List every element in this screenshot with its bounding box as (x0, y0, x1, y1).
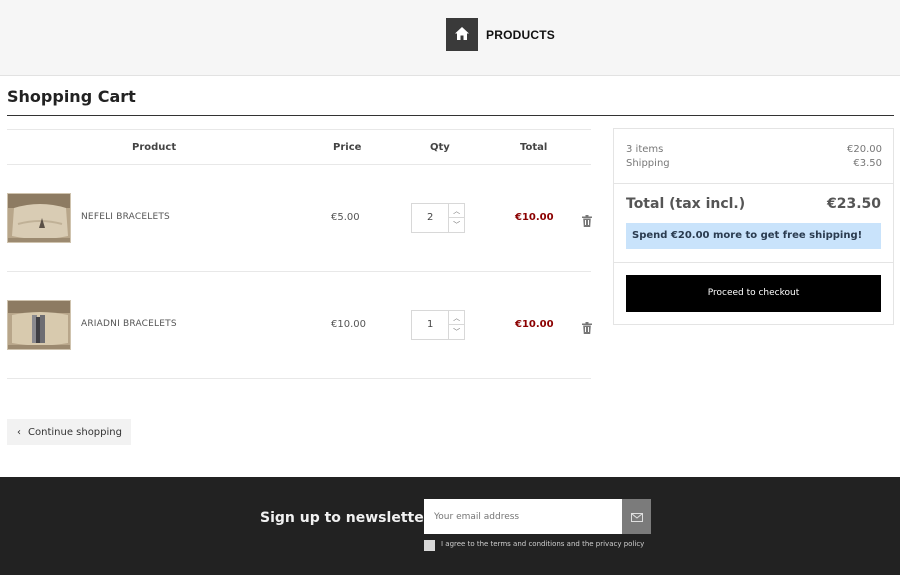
agree-checkbox[interactable] (424, 540, 435, 551)
top-header: PRODUCTS (0, 0, 900, 76)
cart-table: Product Price Qty Total NEFELI BRACELETS… (7, 129, 592, 379)
cart-row: NEFELI BRACELETS €5.00 2 ︿ ﹀ €10.00 (7, 165, 592, 272)
quantity-stepper[interactable]: 2 ︿ ﹀ (411, 203, 465, 233)
chevron-up-icon[interactable]: ︿ (449, 311, 464, 325)
nav-products-link[interactable]: PRODUCTS (486, 28, 555, 42)
summary-divider (614, 262, 893, 263)
column-header-price: Price (333, 142, 362, 153)
quantity-input[interactable]: 2 (412, 204, 450, 232)
trash-icon[interactable] (582, 319, 592, 334)
product-thumbnail[interactable] (7, 300, 71, 350)
agree-label: I agree to the terms and conditions and … (441, 540, 645, 548)
home-icon (455, 25, 469, 44)
newsletter-submit-button[interactable] (622, 499, 651, 534)
summary-total-label: Total (tax incl.) (626, 196, 746, 212)
continue-shopping-button[interactable]: ‹ Continue shopping (7, 419, 131, 445)
summary-items-value: €20.00 (847, 144, 882, 155)
newsletter-title: Sign up to newsletter (260, 510, 431, 526)
home-button[interactable] (446, 18, 478, 51)
row-total: €10.00 (515, 319, 554, 330)
product-name[interactable]: NEFELI BRACELETS (81, 212, 170, 222)
summary-total-value: €23.50 (826, 196, 881, 212)
product-price: €10.00 (331, 319, 366, 330)
summary-items-label: 3 items (626, 144, 664, 155)
column-header-product: Product (132, 142, 177, 153)
footer: Sign up to newsletter I agree to the ter… (0, 477, 900, 575)
continue-shopping-label: Continue shopping (28, 426, 122, 438)
cart-summary: 3 items €20.00 Shipping €3.50 Total (tax… (613, 128, 894, 325)
column-header-total: Total (520, 142, 548, 153)
cart-row: ARIADNI BRACELETS €10.00 1 ︿ ﹀ €10.00 (7, 272, 592, 379)
free-shipping-notice: Spend €20.00 more to get free shipping! (626, 223, 881, 249)
quantity-stepper[interactable]: 1 ︿ ﹀ (411, 310, 465, 340)
summary-shipping-line: Shipping €3.50 (626, 158, 882, 169)
summary-shipping-value: €3.50 (853, 158, 882, 169)
chevron-left-icon: ‹ (17, 426, 21, 438)
product-thumbnail[interactable] (7, 193, 71, 243)
summary-lines: 3 items €20.00 Shipping €3.50 (614, 129, 893, 184)
proceed-to-checkout-button[interactable]: Proceed to checkout (626, 275, 881, 312)
cart-table-header: Product Price Qty Total (7, 129, 591, 165)
chevron-down-icon[interactable]: ﹀ (449, 218, 464, 232)
chevron-down-icon[interactable]: ﹀ (449, 325, 464, 339)
envelope-icon (630, 507, 643, 526)
chevron-up-icon[interactable]: ︿ (449, 204, 464, 218)
column-header-qty: Qty (430, 142, 450, 153)
summary-items-line: 3 items €20.00 (626, 144, 882, 155)
product-name[interactable]: ARIADNI BRACELETS (81, 319, 177, 329)
trash-icon[interactable] (582, 212, 592, 227)
newsletter-email-input[interactable] (424, 499, 622, 534)
product-price: €5.00 (331, 212, 360, 223)
summary-shipping-label: Shipping (626, 158, 670, 169)
title-divider (7, 115, 894, 116)
quantity-input[interactable]: 1 (412, 311, 450, 339)
page-title: Shopping Cart (7, 87, 136, 106)
row-total: €10.00 (515, 212, 554, 223)
